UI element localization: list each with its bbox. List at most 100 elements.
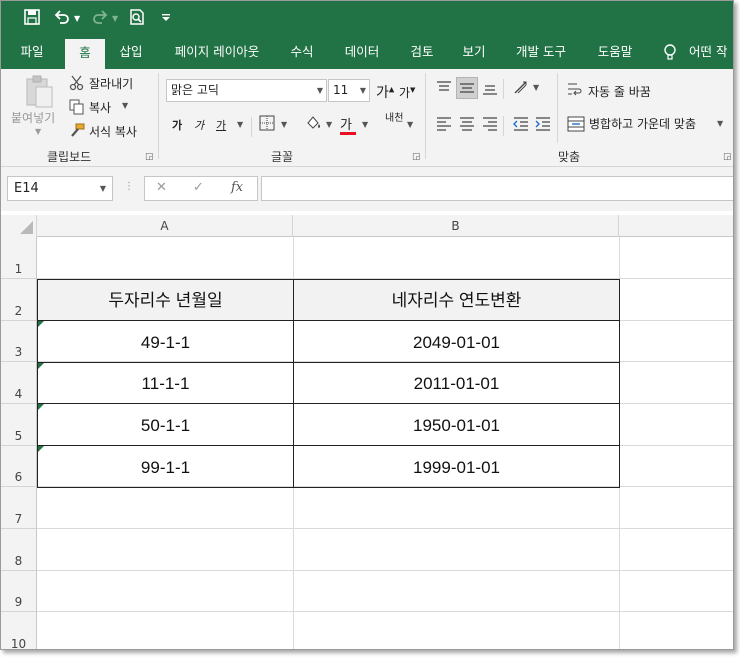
cell-a3[interactable]: 49-1-1 <box>38 321 294 363</box>
customize-qat-icon[interactable] <box>161 8 171 30</box>
cancel-icon[interactable]: ✕ <box>156 180 167 195</box>
undo-icon[interactable] <box>53 8 71 30</box>
separator <box>251 117 252 137</box>
save-icon[interactable] <box>23 8 41 30</box>
wrap-text-button[interactable]: 자동 줄 바꿈 <box>588 83 651 100</box>
redo-dropdown-icon[interactable]: ▼ <box>112 8 118 30</box>
row-header-1[interactable]: 1 <box>1 237 37 279</box>
fill-color-icon[interactable] <box>305 114 323 132</box>
row-header-8[interactable]: 8 <box>1 529 37 571</box>
enter-icon[interactable]: ✓ <box>193 180 204 195</box>
tab-formulas[interactable]: 수식 <box>281 37 323 69</box>
paste-icon[interactable] <box>23 75 55 111</box>
worksheet-grid: A B 1 2 3 4 5 6 7 8 9 10 두자리수 년월일 네자리수 연… <box>1 215 733 649</box>
print-preview-icon[interactable] <box>128 8 146 30</box>
row-header-4[interactable]: 4 <box>1 362 37 404</box>
cell-b2[interactable]: 네자리수 연도변환 <box>294 280 619 321</box>
phonetic-dropdown-icon[interactable]: ▼ <box>407 120 413 129</box>
select-all-button[interactable] <box>1 215 37 237</box>
row-header-10[interactable]: 10 <box>1 612 37 649</box>
tab-insert[interactable]: 삽입 <box>111 37 151 69</box>
tab-page-layout[interactable]: 페이지 레이아웃 <box>161 37 273 69</box>
row-header-7[interactable]: 7 <box>1 487 37 529</box>
tab-data[interactable]: 데이터 <box>335 37 389 69</box>
row-header-9[interactable]: 9 <box>1 571 37 612</box>
column-header-b[interactable]: B <box>293 215 619 237</box>
group-separator <box>158 73 159 159</box>
format-painter-button[interactable]: 서식 복사 <box>89 123 137 140</box>
bold-button[interactable]: 가 <box>172 117 182 133</box>
tab-developer[interactable]: 개발 도구 <box>507 37 575 69</box>
cell-a6[interactable]: 99-1-1 <box>38 446 294 487</box>
underline-button[interactable]: 가 <box>216 117 226 133</box>
copy-dropdown-icon[interactable]: ▼ <box>122 101 128 110</box>
cell-a5[interactable]: 50-1-1 <box>38 404 294 446</box>
error-indicator-icon <box>38 321 44 327</box>
separator <box>503 116 504 136</box>
row-header-6[interactable]: 6 <box>1 446 37 487</box>
data-table: 두자리수 년월일 네자리수 연도변환 49-1-1 2049-01-01 11-… <box>37 279 620 488</box>
redo-icon[interactable] <box>91 8 109 30</box>
font-size-select[interactable]: 11 ▼ <box>328 79 370 102</box>
column-header-a[interactable]: A <box>37 215 293 237</box>
underline-dropdown-icon[interactable]: ▼ <box>237 120 243 129</box>
cut-button[interactable]: 잘라내기 <box>89 75 133 92</box>
borders-dropdown-icon[interactable]: ▼ <box>281 120 287 129</box>
align-middle-icon[interactable] <box>456 77 478 99</box>
increase-font-button[interactable]: 가▲ <box>376 82 394 102</box>
paste-button[interactable]: 붙여넣기 <box>11 109 55 126</box>
merge-center-button[interactable]: 병합하고 가운데 맞춤 <box>589 115 696 132</box>
tab-help[interactable]: 도움말 <box>587 37 643 69</box>
paste-dropdown-icon[interactable]: ▼ <box>35 127 41 136</box>
font-launcher-icon[interactable]: ◲ <box>412 152 421 162</box>
lightbulb-icon[interactable] <box>661 37 679 69</box>
align-left-icon[interactable] <box>435 116 453 132</box>
decrease-indent-icon[interactable] <box>512 116 530 132</box>
tab-file[interactable]: 파일 <box>9 37 55 69</box>
splitter-dots-icon[interactable]: ⋮ <box>124 181 134 192</box>
orientation-dropdown-icon[interactable]: ▼ <box>533 83 539 92</box>
clipboard-launcher-icon[interactable]: ◲ <box>145 152 154 162</box>
phonetic-button[interactable]: 내천 <box>385 114 403 124</box>
cell-a2[interactable]: 두자리수 년월일 <box>38 280 294 321</box>
tell-me-search[interactable]: 어떤 작 <box>681 37 733 69</box>
column-header-c[interactable] <box>619 215 733 237</box>
row-header-5[interactable]: 5 <box>1 404 37 446</box>
tab-home[interactable]: 홈 <box>65 39 105 69</box>
alignment-launcher-icon[interactable]: ◲ <box>723 152 732 162</box>
quick-access-toolbar: ▼ ▼ <box>1 1 733 37</box>
decrease-font-button[interactable]: 가▼ <box>399 84 415 101</box>
cell-b5[interactable]: 1950-01-01 <box>294 404 619 446</box>
merge-center-dropdown-icon[interactable]: ▼ <box>717 119 723 128</box>
font-color-button[interactable]: 가 <box>340 114 356 135</box>
align-top-icon[interactable] <box>435 79 453 97</box>
row-header-2[interactable]: 2 <box>1 279 37 321</box>
separator <box>503 79 504 99</box>
align-right-icon[interactable] <box>481 116 499 132</box>
cell-b3[interactable]: 2049-01-01 <box>294 321 619 363</box>
tab-view[interactable]: 보기 <box>453 37 495 69</box>
gridline <box>37 528 733 529</box>
align-center-icon[interactable] <box>458 116 476 132</box>
row-header-3[interactable]: 3 <box>1 321 37 362</box>
name-box[interactable]: E14 ▼ <box>7 176 113 201</box>
insert-function-icon[interactable]: fx <box>231 180 243 195</box>
tab-review[interactable]: 검토 <box>401 37 443 69</box>
format-painter-icon <box>69 123 85 139</box>
increase-indent-icon[interactable] <box>534 116 552 132</box>
cell-b4[interactable]: 2011-01-01 <box>294 363 619 404</box>
align-bottom-icon[interactable] <box>481 79 499 97</box>
chevron-down-icon[interactable]: ▼ <box>100 177 106 200</box>
merge-center-icon <box>567 116 585 132</box>
orientation-icon[interactable] <box>512 79 530 97</box>
borders-icon[interactable] <box>259 115 275 131</box>
font-color-dropdown-icon[interactable]: ▼ <box>362 120 368 129</box>
copy-button[interactable]: 복사 <box>89 99 111 116</box>
fill-color-dropdown-icon[interactable]: ▼ <box>326 120 332 129</box>
undo-dropdown-icon[interactable]: ▼ <box>74 8 80 30</box>
formula-input[interactable] <box>261 176 733 201</box>
cell-a4[interactable]: 11-1-1 <box>38 363 294 404</box>
font-name-select[interactable]: 맑은 고딕 ▼ <box>166 79 327 102</box>
italic-button[interactable]: 가 <box>194 117 204 133</box>
cell-b6[interactable]: 1999-01-01 <box>294 446 619 487</box>
